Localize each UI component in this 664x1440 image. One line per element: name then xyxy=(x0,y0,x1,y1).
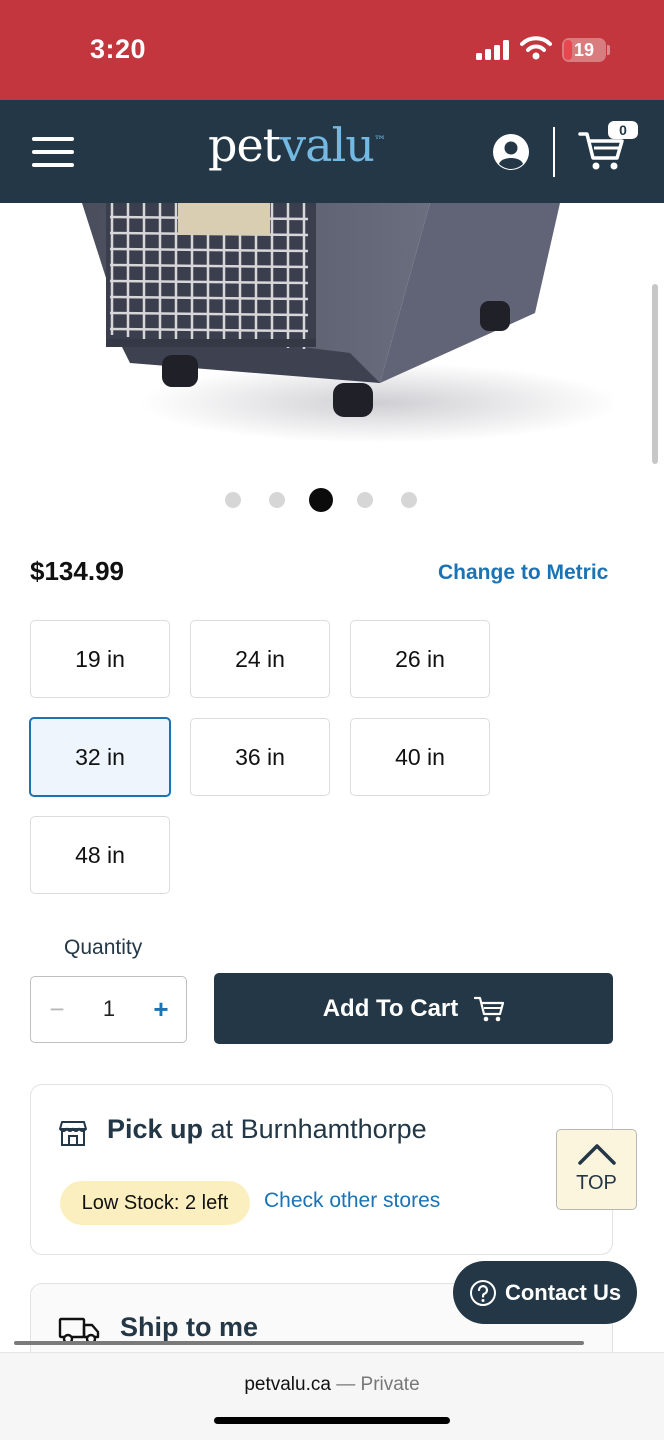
quantity-stepper: − 1 + xyxy=(30,976,187,1043)
chevron-up-icon xyxy=(578,1144,616,1165)
logo-pet: pet xyxy=(208,118,281,172)
change-to-metric-link[interactable]: Change to Metric xyxy=(438,561,608,585)
size-option[interactable]: 36 in xyxy=(190,718,330,796)
quantity-decrease-button[interactable]: − xyxy=(45,993,69,1025)
logo-valu: valu xyxy=(280,118,375,172)
signal-icon xyxy=(476,40,509,60)
add-to-cart-label: Add To Cart xyxy=(322,994,459,1022)
carousel-dot[interactable] xyxy=(357,492,373,508)
browser-private-label: Private xyxy=(360,1374,420,1395)
battery-icon: 19 xyxy=(562,38,606,62)
size-option[interactable]: 19 in xyxy=(30,620,170,698)
size-option[interactable]: 40 in xyxy=(350,718,490,796)
account-icon[interactable] xyxy=(492,133,530,171)
quantity-label: Quantity xyxy=(64,936,143,959)
wifi-icon xyxy=(520,36,552,60)
carousel-dot[interactable] xyxy=(225,492,241,508)
back-to-top-label: TOP xyxy=(576,1172,617,1194)
pickup-store-text: Pick up at Burnhamthorpe xyxy=(107,1114,427,1145)
carousel-dot-active[interactable] xyxy=(309,488,333,512)
logo-trademark: ™ xyxy=(373,133,386,148)
contact-us-label: Contact Us xyxy=(504,1279,622,1305)
help-circle-icon xyxy=(469,1279,496,1306)
store-icon xyxy=(59,1121,87,1146)
home-indicator[interactable] xyxy=(214,1417,450,1424)
quantity-increase-button[interactable]: + xyxy=(149,993,173,1025)
size-option[interactable]: 26 in xyxy=(350,620,490,698)
battery-percent: 19 xyxy=(573,40,595,60)
pickup-store-name: Burnhamthorpe xyxy=(240,1114,427,1144)
browser-scroll-indicator xyxy=(14,1341,584,1345)
quantity-input[interactable]: 1 xyxy=(91,993,127,1025)
contact-us-button[interactable]: Contact Us xyxy=(453,1261,637,1324)
site-logo[interactable]: petvalu™ xyxy=(208,118,386,172)
check-other-stores-link[interactable]: Check other stores xyxy=(264,1189,440,1213)
carousel-dots xyxy=(0,486,664,512)
size-option[interactable]: 48 in xyxy=(30,816,170,894)
menu-icon[interactable] xyxy=(32,135,74,169)
cart-icon xyxy=(474,996,505,1021)
product-price: $134.99 xyxy=(30,556,124,586)
add-to-cart-button[interactable]: Add To Cart xyxy=(214,973,613,1044)
carousel-dot[interactable] xyxy=(269,492,285,508)
product-image[interactable] xyxy=(50,203,614,465)
ship-to-me-label: Ship to me xyxy=(120,1312,259,1342)
status-time: 3:20 xyxy=(90,34,147,64)
battery-cap xyxy=(607,45,610,55)
pickup-card xyxy=(30,1084,613,1255)
size-option[interactable]: 24 in xyxy=(190,620,330,698)
stock-badge: Low Stock: 2 left xyxy=(60,1181,250,1225)
carousel-dot[interactable] xyxy=(401,492,417,508)
size-option-selected[interactable]: 32 in xyxy=(29,717,171,797)
pickup-store-prefix: at xyxy=(203,1114,241,1144)
status-bar: 3:20 19 xyxy=(0,0,664,100)
page-scrollbar[interactable] xyxy=(652,284,658,464)
browser-separator: — xyxy=(330,1374,361,1395)
header-divider xyxy=(553,127,555,177)
browser-url[interactable]: petvalu.ca — Private xyxy=(0,1374,664,1396)
pickup-label: Pick up xyxy=(107,1114,204,1144)
back-to-top-button[interactable]: TOP xyxy=(556,1129,637,1210)
cart-count-badge: 0 xyxy=(608,121,638,139)
browser-domain: petvalu.ca xyxy=(244,1374,331,1395)
browser-address-bar[interactable] xyxy=(0,1352,664,1440)
